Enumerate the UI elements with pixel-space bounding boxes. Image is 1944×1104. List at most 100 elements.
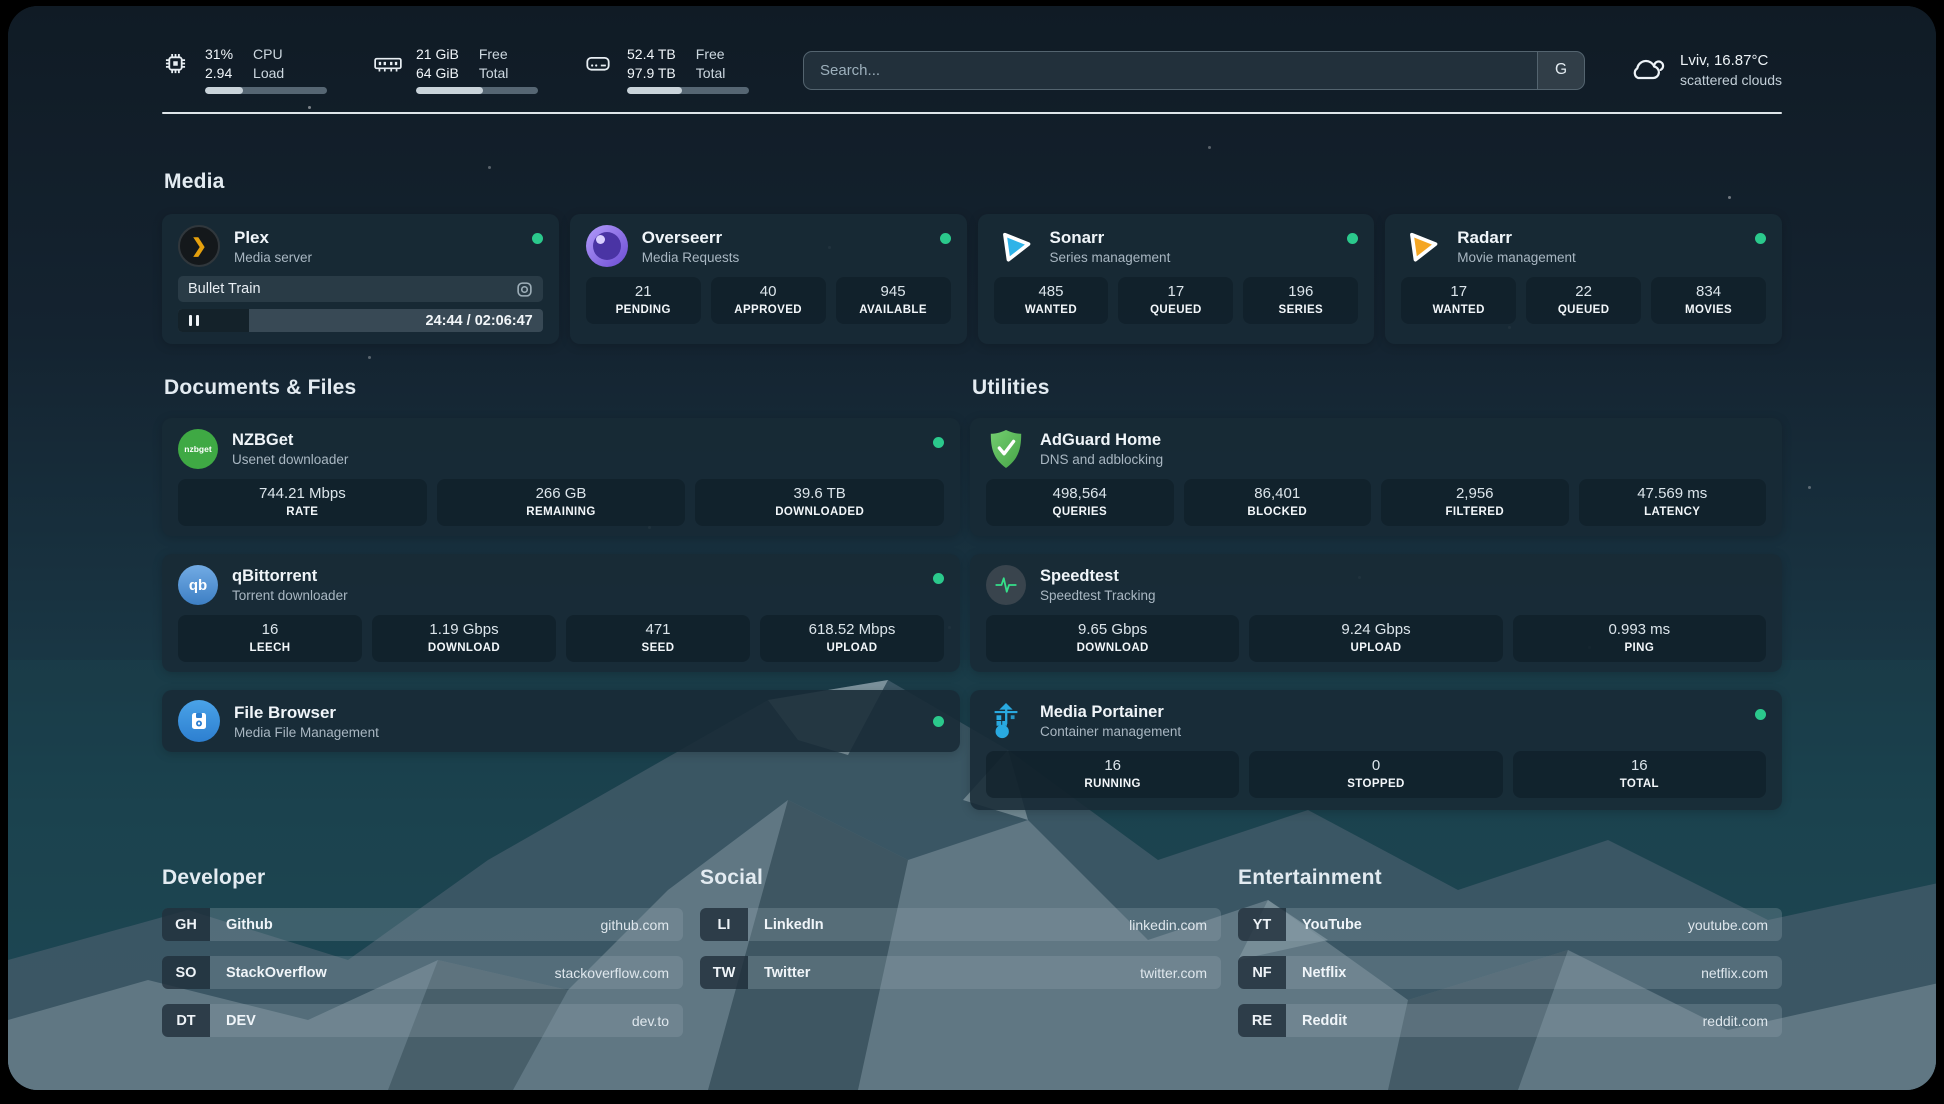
stat-value: 618.52 Mbps bbox=[766, 620, 938, 640]
stat-tile: 0.993 msPING bbox=[1513, 615, 1766, 662]
stat-tile: 485WANTED bbox=[994, 277, 1109, 324]
stat-tile: 498,564QUERIES bbox=[986, 479, 1174, 526]
link-item-twitter[interactable]: TW Twitter twitter.com bbox=[700, 956, 1221, 989]
memory-free-label: Free bbox=[479, 46, 509, 62]
stat-value: 16 bbox=[992, 756, 1233, 776]
stat-value: 1.19 Gbps bbox=[378, 620, 550, 640]
stat-tile: 16TOTAL bbox=[1513, 751, 1766, 798]
app-name: Sonarr bbox=[1050, 228, 1171, 248]
stat-label: TOTAL bbox=[1519, 776, 1760, 792]
memory-total-label: Total bbox=[479, 65, 509, 81]
stat-value: 0 bbox=[1255, 756, 1496, 776]
app-card-radarr[interactable]: Radarr Movie management 17WANTED 22QUEUE… bbox=[1385, 214, 1782, 344]
stat-label: DOWNLOAD bbox=[992, 640, 1233, 656]
link-item-netflix[interactable]: NF Netflix netflix.com bbox=[1238, 956, 1782, 989]
app-card-filebrowser[interactable]: File Browser Media File Management bbox=[162, 690, 960, 752]
app-card-sonarr[interactable]: Sonarr Series management 485WANTED 17QUE… bbox=[978, 214, 1375, 344]
app-card-plex[interactable]: ❯ Plex Media server Bullet Train bbox=[162, 214, 559, 344]
section-title-entertainment: Entertainment bbox=[1238, 866, 1782, 890]
stat-value: 196 bbox=[1249, 282, 1352, 302]
link-item-github[interactable]: GH Github github.com bbox=[162, 908, 683, 941]
link-item-linkedin[interactable]: LI LinkedIn linkedin.com bbox=[700, 908, 1221, 941]
link-name: DEV bbox=[226, 1004, 256, 1037]
stat-tile: 945AVAILABLE bbox=[836, 277, 951, 324]
app-name: File Browser bbox=[234, 703, 379, 723]
stat-value: 21 bbox=[592, 282, 695, 302]
link-url: github.com bbox=[601, 908, 669, 941]
link-item-dev[interactable]: DT DEV dev.to bbox=[162, 1004, 683, 1037]
stat-label: QUERIES bbox=[992, 504, 1168, 520]
memory-icon bbox=[373, 46, 403, 80]
app-name: Overseerr bbox=[642, 228, 740, 248]
disk-progress-bar bbox=[627, 87, 749, 94]
stat-tile: 47.569 msLATENCY bbox=[1579, 479, 1767, 526]
app-card-speedtest[interactable]: Speedtest Speedtest Tracking 9.65 GbpsDO… bbox=[970, 554, 1782, 672]
link-abbr: DT bbox=[162, 1004, 210, 1037]
stat-value: 17 bbox=[1407, 282, 1510, 302]
link-abbr: GH bbox=[162, 908, 210, 941]
stat-tile: 21PENDING bbox=[586, 277, 701, 324]
stat-tile: 744.21 MbpsRATE bbox=[178, 479, 427, 526]
link-item-reddit[interactable]: RE Reddit reddit.com bbox=[1238, 1004, 1782, 1037]
stat-value: 485 bbox=[1000, 282, 1103, 302]
link-url: netflix.com bbox=[1701, 956, 1768, 989]
app-card-adguard[interactable]: AdGuard Home DNS and adblocking 498,564Q… bbox=[970, 418, 1782, 536]
app-card-qbittorrent[interactable]: qb qBittorrent Torrent downloader 16LEEC… bbox=[162, 554, 960, 672]
stat-label: DOWNLOAD bbox=[378, 640, 550, 656]
link-item-youtube[interactable]: YT YouTube youtube.com bbox=[1238, 908, 1782, 941]
stat-value: 16 bbox=[1519, 756, 1760, 776]
search-input[interactable] bbox=[804, 52, 1537, 89]
link-url: dev.to bbox=[632, 1004, 669, 1037]
app-name: Speedtest bbox=[1040, 567, 1156, 586]
stat-value: 834 bbox=[1657, 282, 1760, 302]
app-description: Container management bbox=[1040, 724, 1181, 739]
cpu-usage-value: 31% bbox=[205, 46, 233, 62]
now-playing-row: Bullet Train bbox=[178, 276, 543, 302]
stat-value: 2,956 bbox=[1387, 484, 1563, 504]
link-url: linkedin.com bbox=[1129, 908, 1207, 941]
stat-tile: 1.19 GbpsDOWNLOAD bbox=[372, 615, 556, 662]
stat-label: MOVIES bbox=[1657, 302, 1760, 318]
stat-label: UPLOAD bbox=[1255, 640, 1496, 656]
stat-label: FILTERED bbox=[1387, 504, 1563, 520]
search-engine-button[interactable]: G bbox=[1537, 52, 1584, 89]
app-card-nzbget[interactable]: nzbget NZBGet Usenet downloader 744.21 M… bbox=[162, 418, 960, 536]
adguard-icon bbox=[986, 429, 1026, 469]
app-name: Media Portainer bbox=[1040, 703, 1181, 722]
plex-icon: ❯ bbox=[178, 225, 220, 267]
link-name: YouTube bbox=[1302, 908, 1362, 941]
status-online-dot bbox=[940, 233, 951, 244]
stat-label: WANTED bbox=[1407, 302, 1510, 318]
link-url: youtube.com bbox=[1688, 908, 1768, 941]
top-bar: 31% 2.94 CPU Load bbox=[162, 6, 1782, 102]
weather-widget: Lviv, 16.87°C scattered clouds bbox=[1627, 52, 1782, 89]
stat-value: 17 bbox=[1124, 282, 1227, 302]
link-item-stackoverflow[interactable]: SO StackOverflow stackoverflow.com bbox=[162, 956, 683, 989]
stat-label: QUEUED bbox=[1532, 302, 1635, 318]
playback-time: 24:44 / 02:06:47 bbox=[426, 313, 533, 329]
disk-free-label: Free bbox=[696, 46, 726, 62]
stat-value: 945 bbox=[842, 282, 945, 302]
app-description: Series management bbox=[1050, 250, 1171, 265]
stat-label: PING bbox=[1519, 640, 1760, 656]
filebrowser-icon bbox=[178, 700, 220, 742]
cpu-icon bbox=[162, 46, 192, 80]
disk-total-label: Total bbox=[696, 65, 726, 81]
stat-tile: 0STOPPED bbox=[1249, 751, 1502, 798]
memory-widget: 21 GiB 64 GiB Free Total bbox=[373, 46, 538, 94]
stat-label: PENDING bbox=[592, 302, 695, 318]
stat-label: WANTED bbox=[1000, 302, 1103, 318]
media-info-icon[interactable] bbox=[516, 281, 533, 298]
stat-value: 471 bbox=[572, 620, 744, 640]
stat-label: QUEUED bbox=[1124, 302, 1227, 318]
app-card-portainer[interactable]: Media Portainer Container management 16R… bbox=[970, 690, 1782, 810]
pause-button[interactable] bbox=[189, 315, 199, 326]
app-card-overseerr[interactable]: Overseerr Media Requests 21PENDING 40APP… bbox=[570, 214, 967, 344]
stat-label: LATENCY bbox=[1585, 504, 1761, 520]
playback-progress-bar: 24:44 / 02:06:47 bbox=[178, 309, 543, 332]
link-abbr: NF bbox=[1238, 956, 1286, 989]
link-name: Netflix bbox=[1302, 956, 1346, 989]
app-description: Media server bbox=[234, 250, 312, 265]
link-name: Github bbox=[226, 908, 273, 941]
header-divider bbox=[162, 112, 1782, 114]
